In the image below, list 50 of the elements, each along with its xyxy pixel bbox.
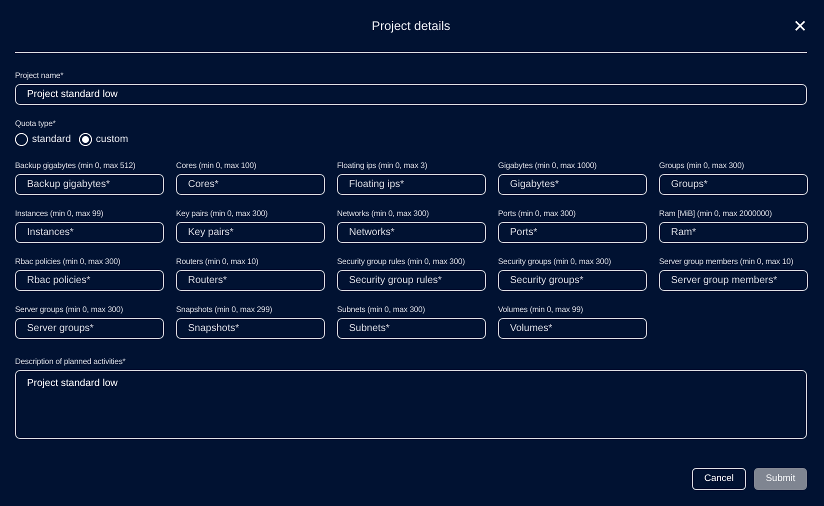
quota-input-field[interactable]: Server group members* [659,270,808,291]
quota-input-field[interactable]: Cores* [176,174,325,195]
field-label: Ram [MiB] (min 0, max 2000000) [659,209,773,219]
field-label: Key pairs (min 0, max 300) [176,209,269,219]
field-label: Routers (min 0, max 10) [176,257,260,267]
quota-input-field[interactable]: Instances* [15,222,164,243]
quota-input-field[interactable]: Ports* [498,222,647,243]
quota-input-field[interactable]: Backup gigabytes* [15,174,164,195]
field-label: Groups (min 0, max 300) [659,161,746,171]
quota-input-field[interactable]: Groups* [659,174,808,195]
field-label: Rbac policies (min 0, max 300) [15,257,122,267]
field-label: Cores (min 0, max 100) [176,161,258,171]
cancel-button[interactable]: Cancel [692,468,746,490]
quota-input-field[interactable]: Snapshots* [176,318,325,339]
field-label: Security group rules (min 0, max 300) [337,257,466,267]
quota-input-field[interactable]: Key pairs* [176,222,325,243]
quota-input-field[interactable]: Server groups* [15,318,164,339]
field-label: Backup gigabytes (min 0, max 512) [15,161,136,171]
field-label: Snapshots (min 0, max 299) [176,305,274,315]
field-label: Server group members (min 0, max 10) [659,257,794,267]
project-name-field[interactable]: Project standard low [15,84,807,105]
quota-input-field[interactable]: Volumes* [498,318,647,339]
radio-button[interactable] [15,133,28,146]
description-field[interactable]: Project standard low [15,370,807,439]
quota-input-field[interactable]: Rbac policies* [15,270,164,291]
quota-input-field[interactable]: Floating ips* [337,174,486,195]
dialog-title: Project details [372,20,450,32]
field-label: Volumes (min 0, max 99) [498,305,584,315]
field-label: Security groups (min 0, max 300) [498,257,612,267]
field-label: Project name* [15,71,64,81]
quota-input-field[interactable]: Gigabytes* [498,174,647,195]
field-label: Quota type* [15,119,57,129]
field-label: Ports (min 0, max 300) [498,209,577,219]
field-label: Server groups (min 0, max 300) [15,305,124,315]
close-button[interactable]: ✕ [793,18,807,35]
radio-label: custom [96,133,128,147]
quota-input-field[interactable]: Security groups* [498,270,647,291]
quota-input-field[interactable]: Networks* [337,222,486,243]
field-label: Instances (min 0, max 99) [15,209,104,219]
radio-label: standard [32,133,71,147]
quota-input-field[interactable]: Security group rules* [337,270,486,291]
field-label: Description of planned activities* [15,357,127,367]
field-label: Gigabytes (min 0, max 1000) [498,161,598,171]
field-label: Subnets (min 0, max 300) [337,305,426,315]
radio-button[interactable] [78,133,92,146]
quota-input-field[interactable]: Routers* [176,270,325,291]
field-label: Floating ips (min 0, max 3) [337,161,428,171]
quota-input-field[interactable]: Ram* [659,222,808,243]
field-label: Networks (min 0, max 300) [337,209,430,219]
quota-input-field[interactable]: Subnets* [337,318,486,339]
